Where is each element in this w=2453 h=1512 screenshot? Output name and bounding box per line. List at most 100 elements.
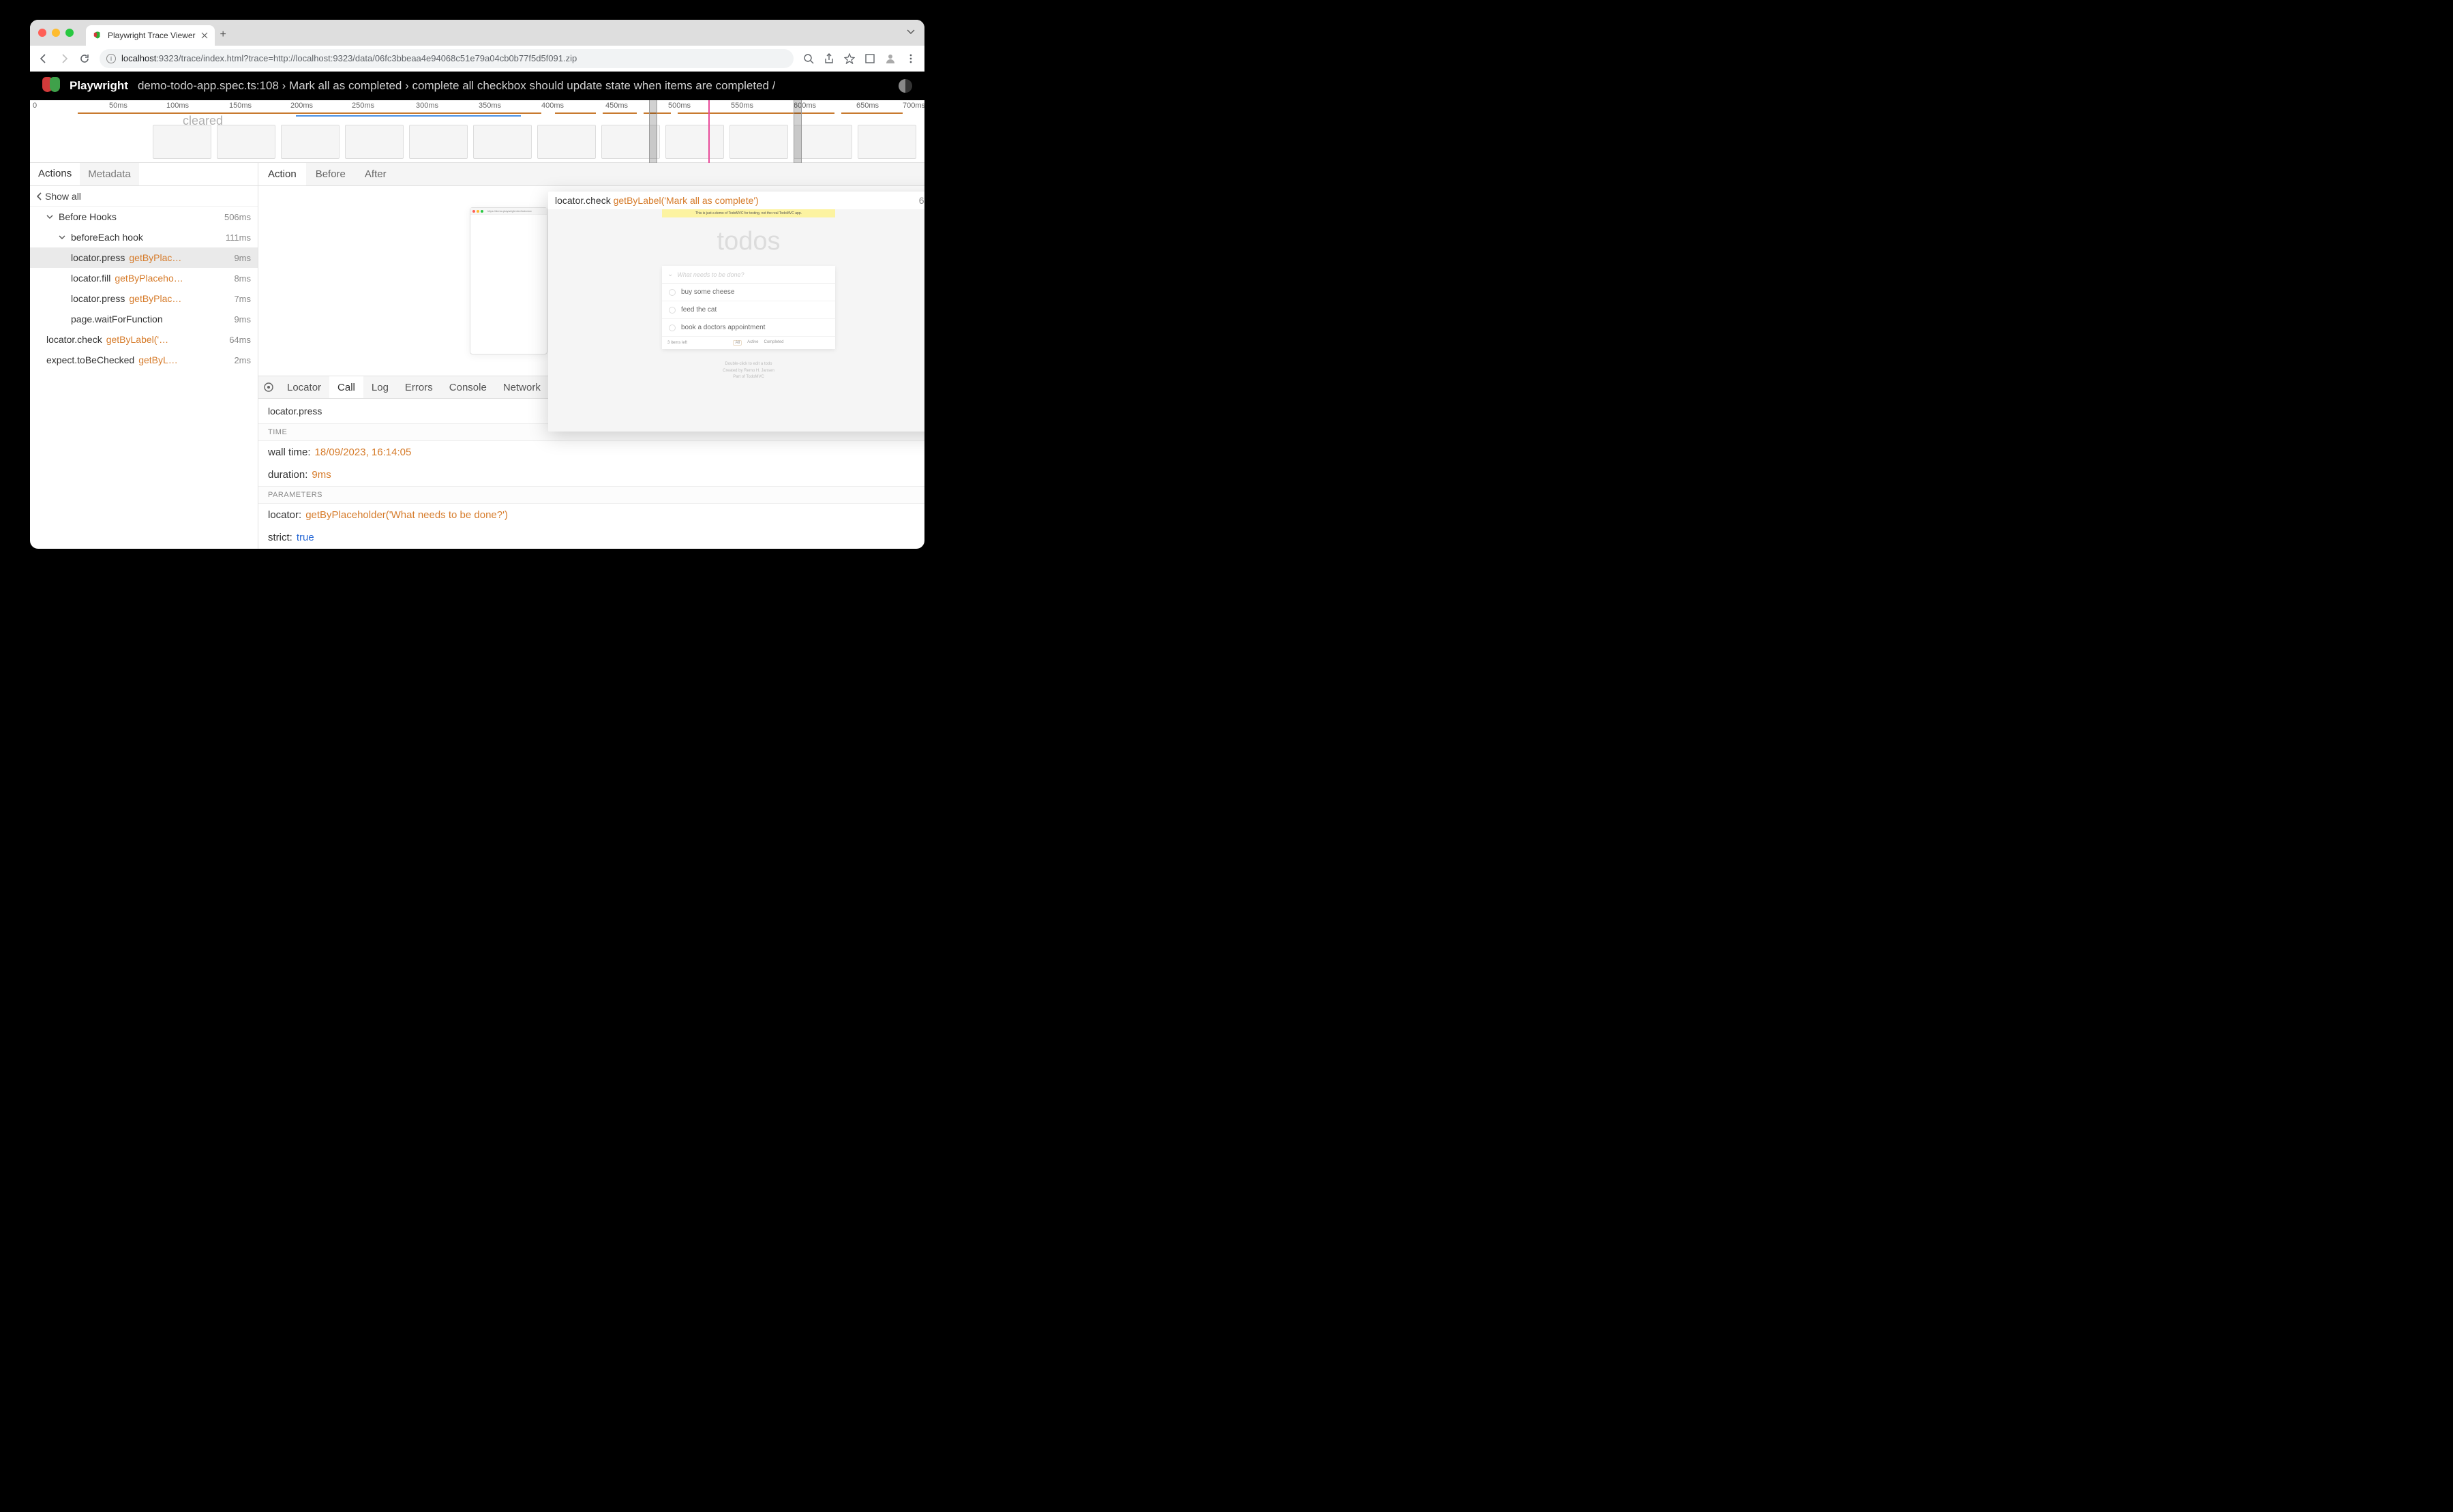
action-row[interactable]: Before Hooks 506ms <box>30 207 258 227</box>
tick: 350ms <box>479 102 501 110</box>
kv-locator: locator: getByPlaceholder('What needs to… <box>258 504 924 526</box>
tab-metadata[interactable]: Metadata <box>80 163 139 185</box>
todo-banner: This is just a demo of TodoMVC for testi… <box>662 209 835 217</box>
timeline-ruler: 0 50ms 100ms 150ms 200ms 250ms 300ms 350… <box>30 100 924 112</box>
titlebar: Playwright Trace Viewer + <box>30 20 924 46</box>
tab-before[interactable]: Before <box>306 163 355 185</box>
timeline[interactable]: 0 50ms 100ms 150ms 200ms 250ms 300ms 350… <box>30 100 924 163</box>
overlay-action-locator: getByLabel('Mark all as complete') <box>614 195 759 206</box>
tick: 300ms <box>416 102 438 110</box>
todo-title: todos <box>717 227 781 256</box>
address-bar[interactable]: i localhost:9323/trace/index.html?trace=… <box>100 49 794 68</box>
selection-handle-left[interactable] <box>649 100 657 163</box>
tick: 50ms <box>109 102 127 110</box>
close-tab-icon[interactable] <box>201 32 208 39</box>
playwright-favicon <box>93 31 102 40</box>
todo-item: book a doctors appointment <box>662 319 835 337</box>
action-row[interactable]: expect.toBeChecked getByL… 2ms <box>30 350 258 370</box>
tick: 550ms <box>731 102 753 110</box>
tab-action[interactable]: Action <box>258 163 306 185</box>
menu-icon[interactable] <box>905 53 916 64</box>
todo-credits: Double-click to edit a todo Created by R… <box>723 361 774 381</box>
filmstrip-frame[interactable] <box>665 125 724 159</box>
target-picker-icon[interactable] <box>258 382 279 393</box>
forward-button[interactable] <box>59 53 70 64</box>
snapshot-preview[interactable]: https://demo.playwright.dev/todomvc <box>470 207 547 354</box>
section-params: PARAMETERS <box>258 486 924 504</box>
filmstrip-frame[interactable] <box>473 125 532 159</box>
extensions-icon[interactable] <box>864 53 875 64</box>
filmstrip-frame[interactable] <box>281 125 340 159</box>
tick: 0 <box>33 102 37 110</box>
chevron-down-icon <box>59 234 67 241</box>
tick: 700ms <box>903 102 924 110</box>
filmstrip-frame[interactable] <box>409 125 468 159</box>
overlay-action-name: locator.check <box>555 195 611 206</box>
selection-handle-right[interactable] <box>794 100 802 163</box>
tab-call[interactable]: Call <box>329 376 363 398</box>
tick: 100ms <box>166 102 189 110</box>
action-row[interactable]: locator.press getByPlac… 9ms <box>30 247 258 268</box>
filmstrip-frame[interactable] <box>345 125 404 159</box>
show-all-label: Show all <box>45 191 81 202</box>
tab-after[interactable]: After <box>355 163 396 185</box>
action-row[interactable]: locator.press getByPlac… 7ms <box>30 288 258 309</box>
todo-checkbox-icon <box>669 324 676 331</box>
todo-checkbox-icon <box>669 289 676 296</box>
site-info-icon[interactable]: i <box>106 54 116 63</box>
reload-button[interactable] <box>79 53 90 64</box>
browser-toolbar: i localhost:9323/trace/index.html?trace=… <box>30 46 924 72</box>
tick: 150ms <box>229 102 252 110</box>
tabs-dropdown-icon[interactable] <box>907 29 915 35</box>
action-row[interactable]: page.waitForFunction 9ms <box>30 309 258 329</box>
todomvc-preview: This is just a demo of TodoMVC for testi… <box>548 209 924 432</box>
new-tab-button[interactable]: + <box>220 29 226 41</box>
tab-network[interactable]: Network <box>495 376 549 398</box>
todo-item: buy some cheese <box>662 284 835 301</box>
action-row[interactable]: beforeEach hook 111ms <box>30 227 258 247</box>
tick: 200ms <box>290 102 313 110</box>
url-text: localhost:9323/trace/index.html?trace=ht… <box>121 53 577 63</box>
breadcrumb: demo-todo-app.spec.ts:108 › Mark all as … <box>138 79 776 93</box>
chrome-window: Playwright Trace Viewer + i localhost:93… <box>30 20 924 549</box>
bookmark-icon[interactable] <box>844 53 855 64</box>
tick: 250ms <box>352 102 374 110</box>
tick: 450ms <box>605 102 628 110</box>
app-header: Playwright demo-todo-app.spec.ts:108 › M… <box>30 72 924 100</box>
app-title: Playwright <box>70 79 128 93</box>
close-window-button[interactable] <box>38 29 46 37</box>
minimize-window-button[interactable] <box>52 29 60 37</box>
chevron-down-icon <box>46 213 55 220</box>
tab-log[interactable]: Log <box>363 376 397 398</box>
back-button[interactable] <box>38 53 49 64</box>
tab-locator[interactable]: Locator <box>279 376 329 398</box>
snapshot-hover-overlay: locator.check getByLabel('Mark all as co… <box>548 192 924 432</box>
tab-actions[interactable]: Actions <box>30 163 80 185</box>
action-row[interactable]: locator.fill getByPlaceho… 8ms <box>30 268 258 288</box>
theme-toggle-icon[interactable] <box>899 79 912 93</box>
filmstrip-frame[interactable] <box>217 125 275 159</box>
share-icon[interactable] <box>824 53 834 64</box>
zoom-icon[interactable] <box>803 53 814 64</box>
filmstrip <box>153 125 924 159</box>
filmstrip-frame[interactable] <box>858 125 916 159</box>
browser-tab[interactable]: Playwright Trace Viewer <box>86 25 215 46</box>
filmstrip-frame[interactable] <box>794 125 852 159</box>
show-all-button[interactable]: Show all <box>30 186 258 207</box>
action-row[interactable]: locator.check getByLabel('… 64ms <box>30 329 258 350</box>
maximize-window-button[interactable] <box>65 29 74 37</box>
chevron-down-icon: ⌄ <box>667 271 673 278</box>
todo-input: ⌄ What needs to be done? <box>662 266 835 284</box>
playhead[interactable] <box>708 100 710 163</box>
sidebar-tabs: Actions Metadata <box>30 163 258 186</box>
todo-item: feed the cat <box>662 301 835 319</box>
filmstrip-frame[interactable] <box>153 125 211 159</box>
filmstrip-frame[interactable] <box>537 125 596 159</box>
chevron-left-icon <box>37 192 42 200</box>
profile-icon[interactable] <box>885 53 896 64</box>
filmstrip-frame[interactable] <box>729 125 788 159</box>
kv-strict: strict: true <box>258 526 924 549</box>
toolbar-icons <box>803 53 916 64</box>
tab-errors[interactable]: Errors <box>397 376 441 398</box>
tab-console[interactable]: Console <box>441 376 495 398</box>
